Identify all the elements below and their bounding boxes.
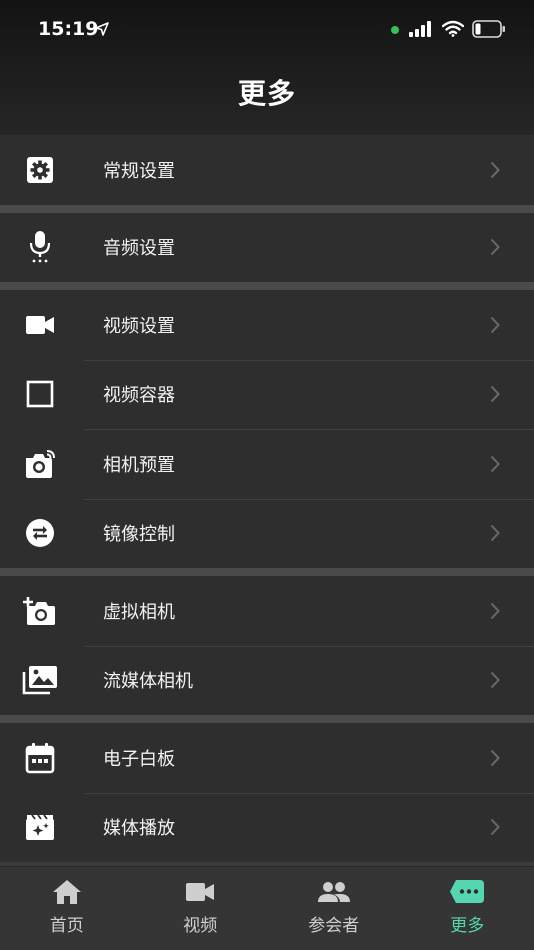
tab-label: 视频 xyxy=(183,916,218,936)
tab-label: 更多 xyxy=(450,916,485,936)
menu-item-label: 镜像控制 xyxy=(103,524,175,546)
add-camera-icon xyxy=(22,593,58,629)
video-camera-icon xyxy=(22,307,58,343)
battery-icon xyxy=(472,20,505,38)
page-title: 更多 xyxy=(237,77,296,110)
location-arrow-icon xyxy=(95,22,109,36)
menu-item-mirror-control[interactable]: 镜像控制 xyxy=(0,498,534,569)
chevron-right-icon xyxy=(490,316,500,333)
microphone-icon xyxy=(22,229,58,265)
chevron-right-icon xyxy=(490,749,500,766)
top-bar: 15:19 更多 xyxy=(0,0,534,135)
settings-list: 常规设置 音频设置 视频设置 视频容器 相机预置 镜像控制 虚拟相机 流媒体相机… xyxy=(0,135,534,862)
tab-video[interactable]: 视频 xyxy=(134,867,268,950)
video-icon xyxy=(186,883,215,901)
calendar-board-icon xyxy=(22,740,58,776)
tab-bar: 首页 视频 参会者 更多 xyxy=(0,866,534,950)
group-divider xyxy=(0,568,534,576)
settings-group: 电子白板 媒体播放 xyxy=(0,723,534,862)
tab-label: 参会者 xyxy=(308,916,360,936)
menu-item-label: 流媒体相机 xyxy=(103,671,193,693)
home-icon xyxy=(52,880,81,904)
status-time: 15:19 xyxy=(38,18,99,40)
participants-icon xyxy=(317,882,350,902)
menu-item-label: 视频容器 xyxy=(103,385,175,407)
menu-item-camera-preset[interactable]: 相机预置 xyxy=(0,429,534,499)
menu-item-video-settings[interactable]: 视频设置 xyxy=(0,290,534,360)
cellular-signal-icon xyxy=(409,21,431,37)
menu-item-whiteboard[interactable]: 电子白板 xyxy=(0,723,534,793)
group-divider xyxy=(0,204,534,213)
group-divider xyxy=(0,715,534,723)
chevron-right-icon xyxy=(490,525,500,542)
chevron-right-icon xyxy=(490,161,500,178)
menu-item-label: 音频设置 xyxy=(103,238,175,260)
more-screen: 15:19 更多 常规设置 音频设置 视频设置 视频容器 相机预置 镜像控制 虚… xyxy=(0,0,534,950)
menu-item-label: 视频设置 xyxy=(103,315,175,337)
menu-item-virtual-camera[interactable]: 虚拟相机 xyxy=(0,576,534,646)
menu-item-streaming-camera[interactable]: 流媒体相机 xyxy=(0,645,534,716)
menu-item-audio-settings[interactable]: 音频设置 xyxy=(0,213,534,283)
chevron-right-icon xyxy=(490,819,500,836)
square-outline-icon xyxy=(22,376,58,412)
settings-group: 虚拟相机 流媒体相机 xyxy=(0,576,534,715)
settings-group: 音频设置 xyxy=(0,212,534,283)
menu-item-label: 相机预置 xyxy=(103,454,175,476)
tab-home[interactable]: 首页 xyxy=(0,867,134,950)
tab-label: 首页 xyxy=(49,916,84,936)
clapperboard-icon xyxy=(22,809,58,845)
chevron-right-icon xyxy=(490,672,500,689)
menu-item-label: 常规设置 xyxy=(103,160,175,182)
tab-more[interactable]: 更多 xyxy=(401,867,534,950)
menu-item-video-container[interactable]: 视频容器 xyxy=(0,359,534,430)
menu-item-label: 虚拟相机 xyxy=(103,601,175,623)
chevron-right-icon xyxy=(490,239,500,256)
settings-group: 常规设置 xyxy=(0,135,534,205)
camera-preset-icon xyxy=(22,446,58,482)
more-chat-icon xyxy=(450,880,485,903)
recording-dot-icon xyxy=(391,26,399,34)
photo-library-icon xyxy=(22,662,58,698)
chevron-right-icon xyxy=(490,386,500,403)
settings-group: 视频设置 视频容器 相机预置 镜像控制 xyxy=(0,290,534,568)
wifi-icon xyxy=(442,20,464,37)
chevron-right-icon xyxy=(490,455,500,472)
gear-icon xyxy=(22,152,58,188)
menu-item-general-settings[interactable]: 常规设置 xyxy=(0,135,534,205)
group-divider xyxy=(0,282,534,290)
tab-participants[interactable]: 参会者 xyxy=(267,867,401,950)
menu-item-media-playback[interactable]: 媒体播放 xyxy=(0,792,534,863)
menu-item-label: 电子白板 xyxy=(103,748,175,770)
chevron-right-icon xyxy=(490,602,500,619)
swap-arrows-icon xyxy=(22,515,58,551)
menu-item-label: 媒体播放 xyxy=(103,818,175,840)
